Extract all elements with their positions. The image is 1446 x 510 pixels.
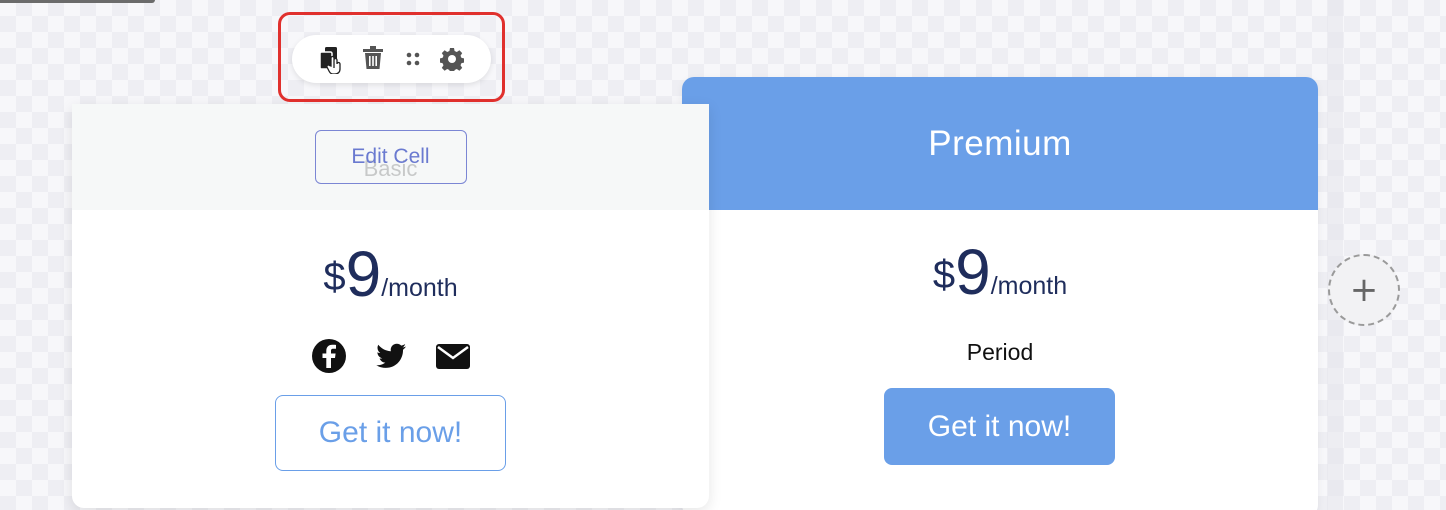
top-left-bar — [0, 0, 155, 3]
premium-card-header[interactable]: Premium — [682, 77, 1318, 210]
premium-price: $9/month — [682, 235, 1318, 309]
price-period: /month — [381, 274, 458, 302]
envelope-icon[interactable] — [434, 337, 472, 375]
social-icons-row — [72, 337, 709, 375]
pricing-card-basic[interactable]: Basic Edit Cell $9/month Get it now! — [72, 104, 709, 508]
period-label: Period — [966, 339, 1034, 365]
price-currency: $ — [323, 255, 346, 299]
premium-get-it-now-button[interactable]: Get it now! — [884, 388, 1115, 465]
edit-cell-button[interactable]: Edit Cell — [314, 130, 467, 184]
basic-get-it-now-button[interactable]: Get it now! — [275, 395, 506, 471]
plus-icon: + — [1349, 270, 1379, 310]
column-guide — [1327, 0, 1343, 510]
pricing-card-premium: Premium $9/month Period Get it now! — [682, 77, 1318, 510]
twitter-icon[interactable] — [372, 337, 410, 375]
price-amount: 9 — [345, 238, 382, 310]
basic-card-header[interactable]: Basic Edit Cell — [72, 104, 709, 210]
price-currency: $ — [932, 253, 956, 297]
price-amount: 9 — [955, 236, 991, 308]
basic-price: $9/month — [72, 237, 709, 311]
toolbar-highlight-box — [278, 12, 505, 102]
price-period: /month — [990, 272, 1068, 300]
add-column-button[interactable]: + — [1328, 254, 1400, 326]
facebook-icon[interactable] — [310, 337, 348, 375]
premium-title: Premium — [928, 123, 1072, 163]
